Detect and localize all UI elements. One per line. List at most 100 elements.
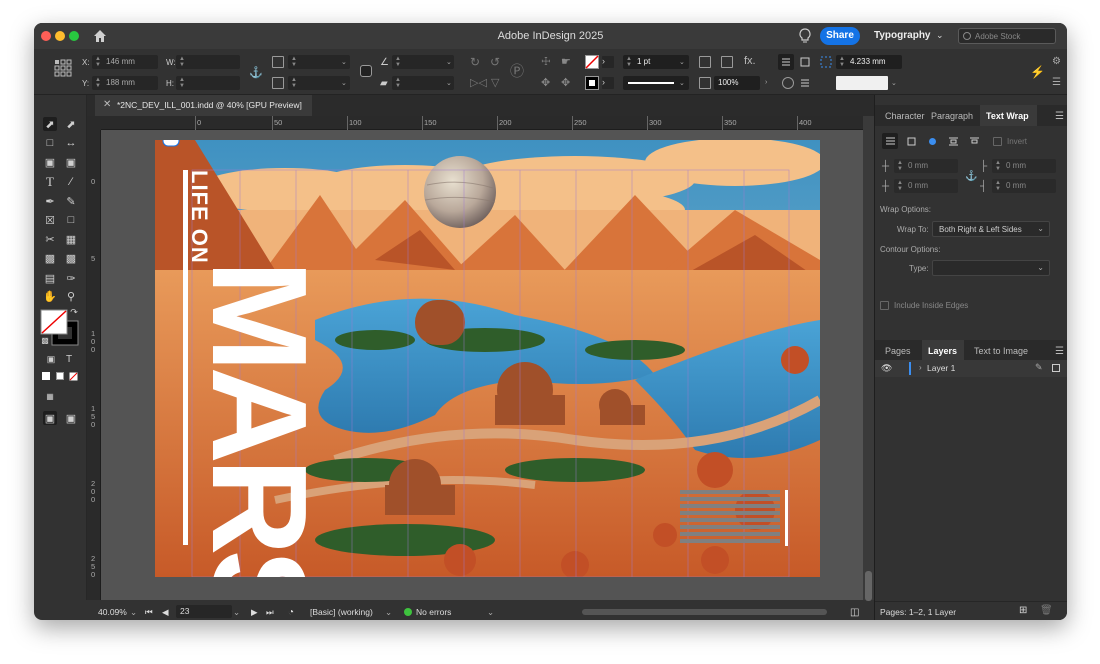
rectangle-frame-tool-icon[interactable]: ☒	[43, 213, 57, 227]
constrain-scale-icon[interactable]	[360, 65, 372, 77]
zoom-tool-icon[interactable]: ⚲	[64, 289, 78, 303]
jump-next-column-icon[interactable]	[966, 133, 982, 149]
eyedropper-tool-icon[interactable]: ✑	[64, 271, 78, 285]
previous-page-icon[interactable]: ◀	[162, 607, 169, 618]
rotate-cw-icon[interactable]: ↻	[470, 55, 480, 69]
left-offset-field[interactable]: ▲ ▼ 0 mm	[992, 159, 1056, 173]
formatting-text-icon[interactable]: T	[62, 352, 76, 366]
page-number-field[interactable]: 23	[176, 605, 232, 618]
rotate-ccw-icon[interactable]: ↺	[490, 55, 500, 69]
lightning-icon[interactable]: ⚡	[1030, 65, 1045, 79]
apply-color-icon[interactable]	[42, 372, 50, 380]
default-fill-stroke-icon[interactable]: ▩	[38, 333, 52, 347]
chevron-down-icon[interactable]: ⌄	[679, 58, 685, 66]
flip-horizontal-icon[interactable]: ▷◁	[470, 76, 487, 89]
opacity-field[interactable]: 100%	[714, 76, 760, 90]
link-offsets-icon[interactable]: ⚓	[965, 171, 977, 182]
zoom-window-button[interactable]	[69, 31, 79, 41]
chevron-down-icon[interactable]: ⌄	[446, 58, 452, 66]
right-offset-field[interactable]: ▲ ▼ 0 mm	[992, 179, 1056, 193]
hand-tool-icon[interactable]: ✋	[43, 289, 57, 303]
tab-character[interactable]: Character	[885, 105, 925, 126]
screen-mode-icon[interactable]: ▣	[64, 411, 78, 425]
align-justify-icon[interactable]	[797, 75, 813, 91]
size-field[interactable]: ▲ ▼ 4.233 mm	[836, 55, 902, 69]
scale-x-icon[interactable]	[272, 56, 284, 68]
scrollbar-thumb[interactable]	[865, 571, 872, 601]
include-inside-edges-checkbox[interactable]	[880, 301, 889, 310]
shear-field[interactable]: ▲ ▼	[392, 76, 454, 90]
chevron-down-icon[interactable]: ⌄	[446, 79, 452, 87]
stroke-swatch-icon[interactable]	[585, 76, 599, 90]
home-icon[interactable]	[92, 28, 108, 44]
gap-tool-icon[interactable]: ↔	[64, 136, 78, 150]
tab-pages[interactable]: Pages	[885, 340, 911, 361]
minimize-window-button[interactable]	[55, 31, 65, 41]
split-layout-icon[interactable]: ◫	[850, 607, 859, 618]
close-icon[interactable]: ✕	[103, 99, 111, 110]
chevron-down-icon[interactable]: ⌄	[341, 58, 347, 66]
panel-menu-icon[interactable]: ☰	[1055, 105, 1064, 126]
corner-options-icon[interactable]	[818, 54, 834, 70]
note-tool-icon[interactable]: ▤	[43, 271, 57, 285]
content-collector-icon[interactable]: ▣	[43, 155, 57, 169]
gear-icon[interactable]: ⚙	[1052, 56, 1061, 67]
path-type-icon[interactable]: Ⓟ	[510, 61, 524, 81]
free-transform-tool-icon[interactable]: ▦	[64, 232, 78, 246]
scale-y-icon[interactable]	[272, 77, 284, 89]
formatting-container-icon[interactable]: ▣	[44, 352, 58, 366]
align-left-icon[interactable]	[778, 54, 794, 70]
apply-none-icon[interactable]	[69, 372, 78, 381]
document-tab[interactable]: ✕ *2NC_DEV_ILL_001.indd @ 40% [GPU Previ…	[95, 95, 312, 116]
adobe-stock-search[interactable]: Adobe Stock	[958, 28, 1056, 44]
selection-tool-icon[interactable]: ⬈	[43, 117, 57, 131]
chevron-down-icon[interactable]: ⌄	[233, 607, 240, 618]
chevron-down-icon[interactable]: ⌄	[385, 607, 392, 618]
ruler-origin[interactable]	[87, 116, 101, 130]
vertical-scrollbar[interactable]	[863, 116, 874, 601]
line-tool-icon[interactable]: ∕	[64, 175, 78, 189]
selection-square-icon[interactable]	[1052, 364, 1060, 372]
next-page-icon[interactable]: ▶	[251, 607, 258, 618]
zoom-level[interactable]: 40.09%	[98, 607, 127, 617]
chevron-right-icon[interactable]: ›	[602, 77, 614, 89]
wrap-bounding-box-icon[interactable]	[903, 133, 919, 149]
panel-menu-icon[interactable]: ☰	[1055, 340, 1064, 361]
horizontal-ruler[interactable]: 050100150200250300350400450	[101, 116, 887, 130]
pasteboard[interactable]: LIFE ON MARS	[101, 130, 874, 600]
scissors-tool-icon[interactable]: ✂	[43, 232, 57, 246]
gradient-swatch-tool-icon[interactable]: ▩	[43, 251, 57, 265]
artwork-spread[interactable]: LIFE ON MARS	[155, 140, 820, 577]
align-center-icon[interactable]	[797, 54, 813, 70]
layout-options-icon[interactable]: ▦	[43, 389, 57, 403]
share-button[interactable]: Share	[820, 27, 860, 45]
jump-object-icon[interactable]	[945, 133, 961, 149]
gradient-feather-tool-icon[interactable]: ▩	[64, 251, 78, 265]
page-tool-icon[interactable]: □	[43, 136, 57, 150]
content-placer-icon[interactable]: ▣	[64, 155, 78, 169]
fitting-frame-icon[interactable]	[699, 56, 711, 68]
direct-selection-tool-icon[interactable]: ⬈	[64, 117, 78, 131]
fill-none-swatch-icon[interactable]	[585, 55, 599, 69]
tab-text-to-image[interactable]: Text to Image	[974, 340, 1028, 361]
width-field[interactable]: ▲ ▼	[176, 55, 240, 69]
chevron-down-icon[interactable]: ⌄	[487, 607, 494, 618]
workspace-switcher[interactable]: Typography	[874, 30, 930, 41]
horizontal-scrollbar[interactable]	[582, 609, 827, 615]
chevron-down-icon[interactable]: ⌄	[341, 79, 347, 87]
select-content-icon[interactable]: ✥	[541, 76, 550, 89]
wrap-to-select[interactable]: Both Right & Left Sides ⌄	[932, 221, 1050, 237]
y-position-field[interactable]: ▲ ▼ 188 mm	[92, 76, 158, 90]
fitting-content-icon[interactable]	[721, 56, 733, 68]
height-field[interactable]: ▲ ▼	[176, 76, 240, 90]
pen-tool-icon[interactable]: ✒	[43, 194, 57, 208]
type-tool-icon[interactable]: T	[43, 174, 57, 189]
preflight-profile[interactable]: [Basic] (working)	[310, 607, 373, 617]
select-container-icon[interactable]: ☩	[541, 55, 551, 68]
drop-shadow-icon[interactable]	[782, 77, 794, 89]
constrain-link-icon[interactable]: ⚓	[249, 66, 263, 79]
bottom-offset-field[interactable]: ▲ ▼ 0 mm	[894, 179, 958, 193]
flip-vertical-icon[interactable]: ▽	[491, 76, 499, 89]
vertical-ruler[interactable]: 051 0 01 5 02 0 02 5 03	[87, 130, 101, 600]
no-wrap-icon[interactable]	[882, 133, 898, 149]
